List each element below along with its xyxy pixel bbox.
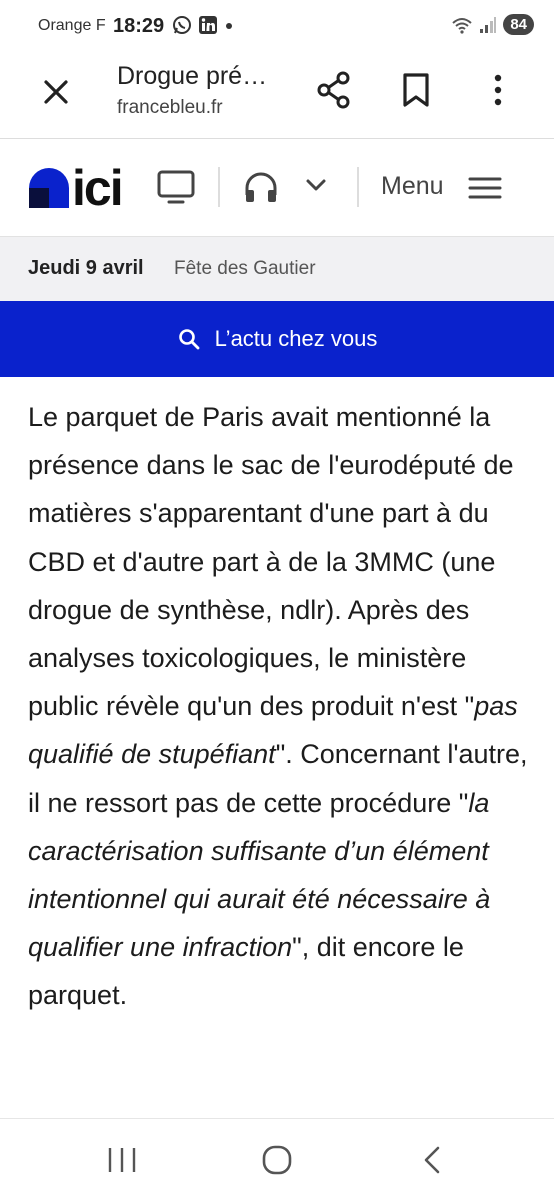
local-news-button[interactable]: L’actu chez vous — [0, 301, 554, 377]
site-header: ici Menu — [0, 139, 554, 237]
current-date: Jeudi 9 avril — [28, 257, 144, 279]
date-bar: Jeudi 9 avril Fête des Gautier — [0, 237, 554, 301]
bookmark-icon[interactable] — [400, 72, 432, 108]
tv-icon[interactable] — [157, 169, 195, 205]
logo-mark-icon — [29, 168, 69, 208]
signal-icon — [480, 16, 497, 33]
saint-of-day: Fête des Gautier — [174, 258, 316, 279]
system-navigation-bar — [0, 1118, 554, 1201]
page-title: Drogue pré… — [117, 62, 268, 90]
more-options-icon[interactable] — [486, 72, 510, 108]
ici-logo[interactable]: ici — [28, 160, 124, 216]
status-bar: Orange F 18:29 84 — [0, 0, 554, 52]
clock: 18:29 — [113, 15, 165, 37]
chevron-down-icon[interactable] — [304, 175, 328, 195]
local-news-label: L’actu chez vous — [214, 326, 378, 351]
carrier-name: Orange F — [38, 17, 106, 34]
dot-icon — [226, 23, 232, 29]
wifi-icon — [452, 17, 472, 34]
headphones-icon[interactable] — [243, 169, 279, 205]
article-body: Le parquet de Paris avait mentionné la p… — [28, 393, 538, 1020]
share-icon[interactable] — [315, 70, 353, 110]
battery-level: 84 — [503, 14, 534, 35]
divider — [218, 167, 220, 207]
page-url: francebleu.fr — [117, 97, 223, 118]
text-segment: Le parquet de Paris avait mentionné la p… — [28, 402, 514, 722]
divider — [357, 167, 359, 207]
logo-text: ici — [72, 160, 124, 216]
menu-button[interactable]: Menu — [381, 172, 444, 201]
search-icon — [178, 329, 200, 350]
whatsapp-icon — [173, 16, 191, 34]
recent-apps-icon[interactable] — [106, 1145, 138, 1175]
notification-icons — [172, 15, 234, 35]
close-icon[interactable] — [38, 74, 74, 110]
hamburger-icon[interactable] — [468, 176, 502, 200]
home-icon[interactable] — [262, 1145, 292, 1175]
linkedin-icon — [199, 16, 217, 34]
article-paragraph: Le parquet de Paris avait mentionné la p… — [28, 393, 538, 1020]
browser-toolbar: Drogue pré… francebleu.fr — [0, 52, 554, 139]
back-icon[interactable] — [420, 1145, 444, 1175]
